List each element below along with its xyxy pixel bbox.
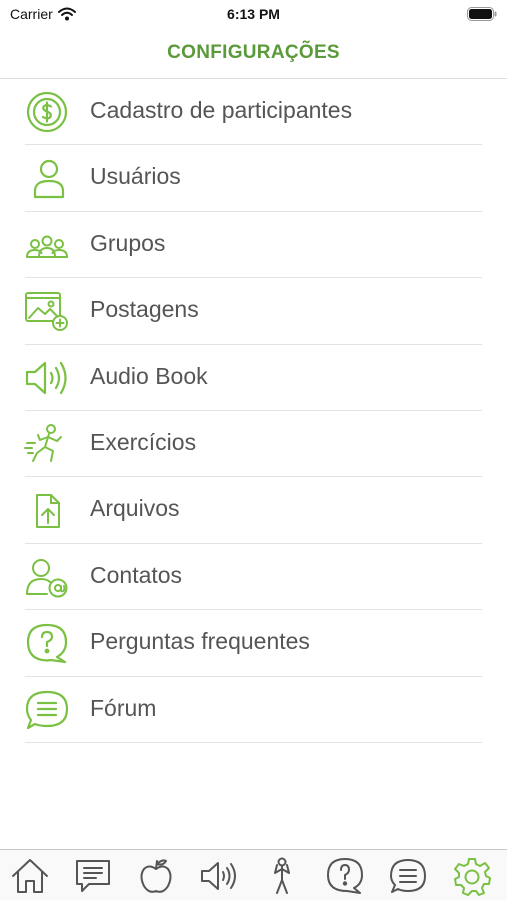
tab-bar: [0, 849, 507, 900]
menu-item-cadastro[interactable]: Cadastro de participantes: [0, 79, 507, 146]
menu-label: Fórum: [90, 694, 157, 721]
tab-settings[interactable]: [450, 856, 494, 896]
tab-exercise[interactable]: [260, 856, 304, 896]
exercise-icon: [274, 857, 290, 894]
menu-label: Postagens: [90, 296, 199, 323]
navigation-header: CONFIGURAÇÕES: [0, 30, 507, 79]
menu-item-audio-book[interactable]: Audio Book: [0, 345, 507, 412]
page-title: CONFIGURAÇÕES: [167, 42, 340, 63]
contact-at-icon: [23, 556, 71, 598]
battery-icon: [467, 7, 497, 21]
menu-item-postagens[interactable]: Postagens: [0, 278, 507, 345]
menu-label: Exercícios: [90, 428, 197, 455]
menu-label: Cadastro de participantes: [90, 97, 353, 123]
apple-icon: [140, 859, 172, 893]
menu-item-grupos[interactable]: Grupos: [0, 212, 507, 279]
tab-home[interactable]: [8, 856, 52, 896]
menu-label: Usuários: [90, 163, 181, 190]
status-bar: Carrier 6:13 PM: [0, 0, 507, 30]
speaker-icon: [23, 357, 71, 399]
menu-label: Contatos: [90, 561, 183, 588]
tab-messages[interactable]: [71, 856, 115, 896]
file-upload-icon: [23, 489, 71, 531]
menu-item-exercicios[interactable]: Exercícios: [0, 411, 507, 478]
message-icon: [76, 860, 110, 892]
menu-item-arquivos[interactable]: Arquivos: [0, 477, 507, 545]
image-add-icon: [23, 290, 71, 332]
speaker-icon: [201, 862, 236, 890]
menu-label: Grupos: [90, 229, 166, 256]
chat-icon: [390, 859, 426, 893]
dollar-coin-icon: [23, 91, 71, 133]
menu-item-forum[interactable]: Fórum: [0, 677, 507, 744]
gear-icon: [454, 858, 491, 896]
menu-item-usuarios[interactable]: Usuários: [0, 145, 507, 213]
question-bubble-icon: [23, 622, 71, 664]
tab-nutrition[interactable]: [134, 856, 178, 896]
menu-label: Perguntas frequentes: [90, 628, 310, 655]
question-icon: [327, 858, 363, 894]
menu-item-contatos[interactable]: Contatos: [0, 544, 507, 611]
settings-menu: Cadastro de participantes Usuários Grupo…: [0, 79, 507, 744]
home-icon: [12, 859, 48, 893]
group-icon: [23, 224, 71, 266]
tab-audio[interactable]: [197, 856, 241, 896]
user-icon: [23, 157, 71, 199]
runner-icon: [23, 423, 71, 465]
menu-label: Arquivos: [90, 495, 180, 522]
forum-icon: [23, 689, 71, 731]
status-time: 6:13 PM: [227, 6, 280, 22]
tab-forum[interactable]: [386, 856, 430, 896]
tab-faq[interactable]: [323, 856, 367, 896]
menu-item-perguntas[interactable]: Perguntas frequentes: [0, 610, 507, 677]
menu-label: Audio Book: [90, 362, 208, 389]
